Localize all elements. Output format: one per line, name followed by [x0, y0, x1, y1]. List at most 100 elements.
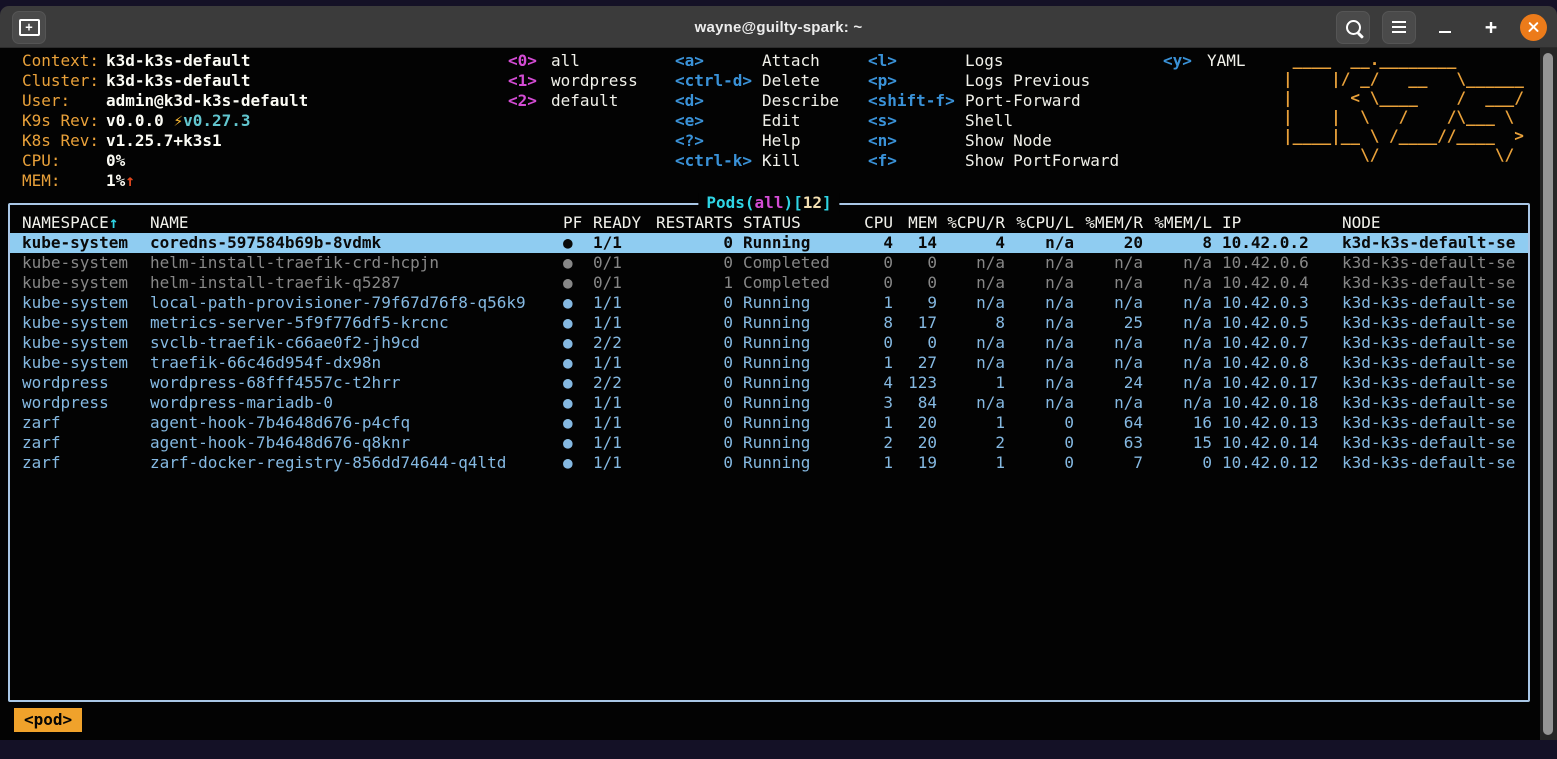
cell-status: Completed [733, 273, 853, 293]
cell-ready: 1/1 [593, 413, 645, 433]
cell-namespace: zarf [22, 413, 150, 433]
cpu-value: 0% [106, 151, 125, 170]
table-row[interactable]: zarfagent-hook-7b4648d676-p4cfq●1/10Runn… [10, 413, 1528, 433]
table-row[interactable]: kube-systemmetrics-server-5f9f776df5-krc… [10, 313, 1528, 333]
hotkey: <?>Help [675, 131, 839, 151]
cell-cpu_l: 0 [1005, 453, 1074, 473]
column-header-restarts: RESTARTS [645, 213, 733, 233]
table-row[interactable]: wordpresswordpress-68fff4557c-t2hrr●2/20… [10, 373, 1528, 393]
cell-cpu: 1 [853, 453, 893, 473]
minimize-button[interactable] [1428, 11, 1462, 44]
table-row[interactable]: kube-systemsvclb-traefik-c66ae0f2-jh9cd●… [10, 333, 1528, 353]
cell-cpu_r: n/a [937, 333, 1005, 353]
k8s-rev-label: K8s Rev: [22, 131, 106, 151]
table-row[interactable]: kube-systemcoredns-597584b69b-8vdmk●1/10… [10, 233, 1528, 253]
cell-mem: 84 [893, 393, 937, 413]
cell-cpu_l: n/a [1005, 293, 1074, 313]
maximize-button[interactable]: + [1474, 11, 1508, 44]
cell-mem_r: n/a [1074, 293, 1143, 313]
cell-namespace: zarf [22, 453, 150, 473]
cell-ready: 1/1 [593, 293, 645, 313]
column-header-node: NODE [1330, 213, 1516, 233]
hamburger-icon [1392, 26, 1406, 28]
search-icon [1346, 20, 1361, 35]
cell-name: local-path-provisioner-79f67d76f8-q56k9 [150, 293, 563, 313]
cell-pf: ● [563, 253, 593, 273]
hotkeys-column-3: <y>YAML [1163, 51, 1246, 71]
cell-node: k3d-k3s-default-ser [1330, 233, 1516, 253]
cell-restarts: 0 [645, 413, 733, 433]
scrollbar-thumb[interactable] [1543, 53, 1553, 735]
hotkey-key: <d> [675, 91, 762, 111]
table-row[interactable]: zarfzarf-docker-registry-856dd74644-q4lt… [10, 453, 1528, 473]
hotkey: <f>Show PortForward [868, 151, 1119, 171]
cell-cpu_l: n/a [1005, 313, 1074, 333]
cell-restarts: 0 [645, 253, 733, 273]
namespace-shortcut-key: <2> [508, 91, 551, 111]
hotkey-label: Logs Previous [965, 71, 1090, 90]
cell-cpu: 2 [853, 433, 893, 453]
column-header-cpu: CPU [853, 213, 893, 233]
table-row[interactable]: kube-systemhelm-install-traefik-q5287●0/… [10, 273, 1528, 293]
new-tab-icon: + [19, 19, 40, 36]
cell-cpu_r: 8 [937, 313, 1005, 333]
cell-cpu_r: n/a [937, 393, 1005, 413]
cell-ready: 1/1 [593, 353, 645, 373]
column-header-name: NAME [150, 213, 563, 233]
cell-mem: 17 [893, 313, 937, 333]
namespace-shortcut: <1>wordpress [508, 71, 638, 91]
cell-cpu_l: 0 [1005, 433, 1074, 453]
cell-name: traefik-66c46d954f-dx98n [150, 353, 563, 373]
table-row[interactable]: zarfagent-hook-7b4648d676-q8knr●1/10Runn… [10, 433, 1528, 453]
k9s-latest-version: v0.27.3 [183, 111, 250, 130]
hotkey: <d>Describe [675, 91, 839, 111]
cell-mem_l: n/a [1143, 353, 1212, 373]
cell-cpu_l: n/a [1005, 353, 1074, 373]
context-label: Context: [22, 51, 106, 71]
cell-node: k3d-k3s-default-ser [1330, 333, 1516, 353]
cell-mem_l: 8 [1143, 233, 1212, 253]
hotkey-label: YAML [1207, 51, 1246, 70]
cell-node: k3d-k3s-default-ser [1330, 313, 1516, 333]
table-row[interactable]: wordpresswordpress-mariadb-0●1/10Running… [10, 393, 1528, 413]
hotkeys-column-1: <a>Attach<ctrl-d>Delete<d>Describe<e>Edi… [675, 51, 839, 171]
cell-mem_l: 16 [1143, 413, 1212, 433]
cluster-info: Context:k3d-k3s-default Cluster:k3d-k3s-… [22, 51, 308, 191]
cell-ip: 10.42.0.13 [1212, 413, 1330, 433]
cell-ip: 10.42.0.8 [1212, 353, 1330, 373]
cell-mem_l: 15 [1143, 433, 1212, 453]
menu-button[interactable] [1382, 11, 1416, 44]
close-button[interactable] [1520, 14, 1547, 41]
cluster-row: Cluster:k3d-k3s-default [22, 71, 308, 91]
cell-mem_r: n/a [1074, 333, 1143, 353]
cell-cpu: 4 [853, 373, 893, 393]
cell-ip: 10.42.0.7 [1212, 333, 1330, 353]
hotkey: <a>Attach [675, 51, 839, 71]
cell-name: wordpress-mariadb-0 [150, 393, 563, 413]
cell-name: helm-install-traefik-crd-hcpjn [150, 253, 563, 273]
hotkey-key: <shift-f> [868, 91, 965, 111]
k9s-rev-label: K9s Rev: [22, 111, 106, 131]
table-row[interactable]: kube-systemtraefik-66c46d954f-dx98n●1/10… [10, 353, 1528, 373]
search-button[interactable] [1336, 11, 1370, 44]
new-tab-button[interactable]: + [12, 11, 46, 44]
cell-status: Completed [733, 253, 853, 273]
cell-mem_r: 25 [1074, 313, 1143, 333]
cell-name: coredns-597584b69b-8vdmk [150, 233, 563, 253]
column-header-mem_r: %MEM/R [1074, 213, 1143, 233]
cell-restarts: 0 [645, 353, 733, 373]
cell-namespace: kube-system [22, 273, 150, 293]
cell-status: Running [733, 373, 853, 393]
cell-status: Running [733, 393, 853, 413]
cell-cpu: 0 [853, 333, 893, 353]
table-row[interactable]: kube-systemhelm-install-traefik-crd-hcpj… [10, 253, 1528, 273]
cell-cpu_l: n/a [1005, 333, 1074, 353]
cell-mem_r: n/a [1074, 253, 1143, 273]
hotkey: <ctrl-d>Delete [675, 71, 839, 91]
cell-ip: 10.42.0.3 [1212, 293, 1330, 313]
hotkey: <shift-f>Port-Forward [868, 91, 1119, 111]
cell-cpu_l: n/a [1005, 373, 1074, 393]
terminal-content[interactable]: Context:k3d-k3s-default Cluster:k3d-k3s-… [0, 48, 1540, 740]
cell-cpu_l: 0 [1005, 413, 1074, 433]
table-row[interactable]: kube-systemlocal-path-provisioner-79f67d… [10, 293, 1528, 313]
